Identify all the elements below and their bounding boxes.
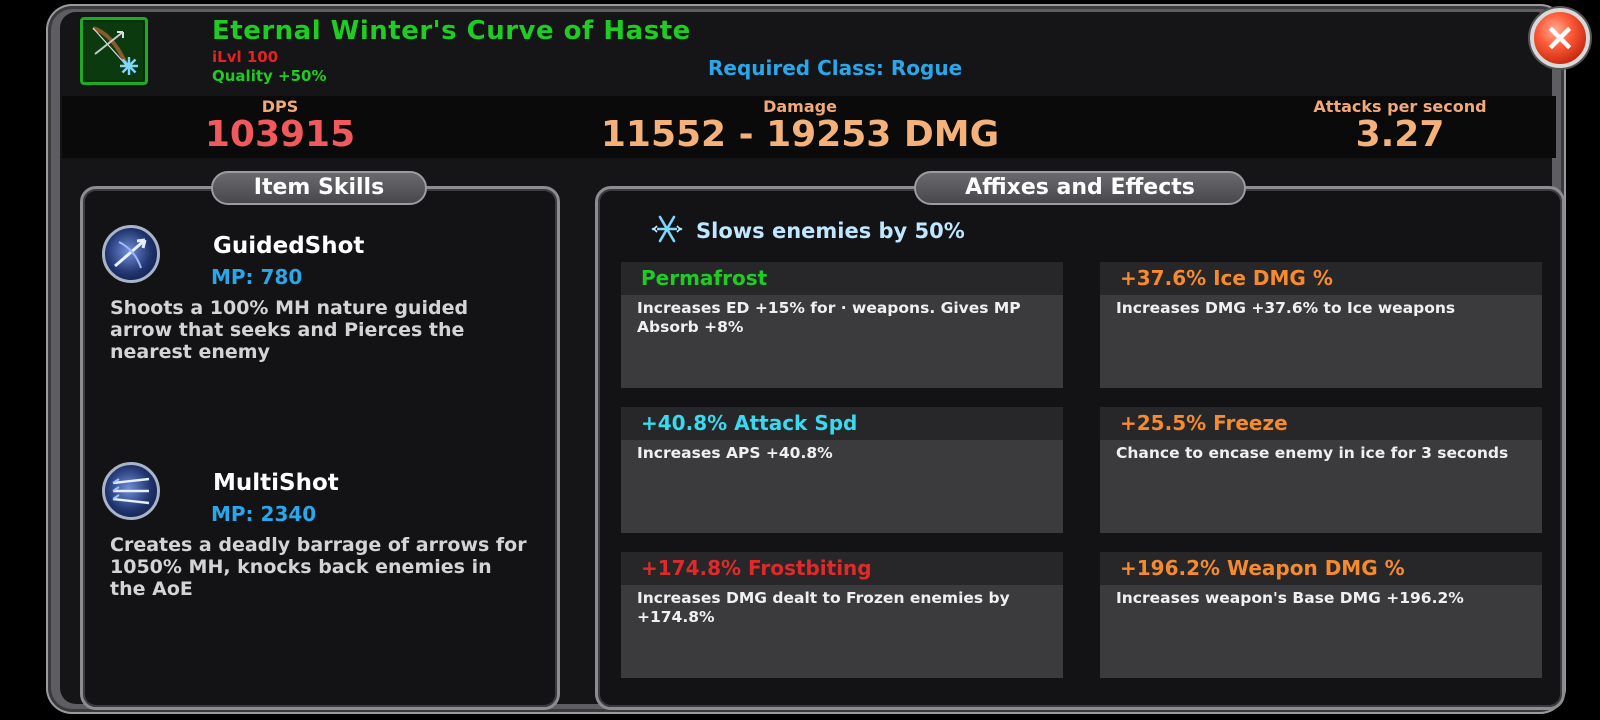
aps-value: 3.27 [1355,114,1445,155]
affix-description: Increases weapon's Base DMG +196.2% [1116,589,1464,607]
affix-card: +40.8% Attack Spd Increases APS +40.8% [621,407,1063,533]
affix-description: Chance to encase enemy in ice for 3 seco… [1116,444,1509,462]
slow-effect-text: Slows enemies by 50% [696,219,965,243]
affixes-title: Affixes and Effects [914,171,1246,205]
affix-title: Permafrost [621,262,1063,295]
affix-description: Increases DMG +37.6% to Ice weapons [1116,299,1456,317]
affix-description: Increases APS +40.8% [637,444,833,462]
close-button[interactable]: × [1530,8,1590,68]
affix-description: Increases DMG dealt to Frozen enemies by… [637,589,1010,626]
snowflake-icon [650,212,684,250]
affix-card: +37.6% Ice DMG % Increases DMG +37.6% to … [1100,262,1542,388]
affix-card: +25.5% Freeze Chance to encase enemy in i… [1100,407,1542,533]
item-skills-title: Item Skills [211,171,427,205]
required-class: Required Class: Rogue [708,56,963,80]
close-icon: × [1544,15,1576,59]
multi-shot-icon[interactable] [102,462,160,520]
affix-description: Increases ED +15% for · weapons. Gives M… [637,299,1021,336]
affix-title: +25.5% Freeze [1100,407,1542,440]
item-level: iLvl 100 [212,48,279,66]
affix-title: +40.8% Attack Spd [621,407,1063,440]
affix-card: +196.2% Weapon DMG % Increases weapon's B… [1100,552,1542,678]
skill-mp-guidedshot: MP: 780 [211,265,303,289]
skill-mp-multishot: MP: 2340 [211,502,317,526]
affix-card: +174.8% Frostbiting Increases DMG dealt t… [621,552,1063,678]
item-quality: Quality +50% [212,67,327,85]
skill-desc-multishot: Creates a deadly barrage of arrows for 1… [110,534,527,600]
dps-value: 103915 [204,114,356,155]
affix-title: +196.2% Weapon DMG % [1100,552,1542,585]
skill-name-multishot: MultiShot [213,470,339,496]
slow-effect: Slows enemies by 50% [650,212,965,250]
damage-value: 11552 - 19253 DMG [600,114,1000,155]
affix-card: Permafrost Increases ED +15% for · weapon… [621,262,1063,388]
skill-name-guidedshot: GuidedShot [213,233,365,259]
bow-snowflake-icon [80,17,148,85]
skill-desc-guidedshot: Shoots a 100% MH nature guided arrow tha… [110,297,469,363]
affix-title: +174.8% Frostbiting [621,552,1063,585]
affix-title: +37.6% Ice DMG % [1100,262,1542,295]
guided-shot-icon[interactable] [102,225,160,283]
item-name: Eternal Winter's Curve of Haste [212,16,691,46]
